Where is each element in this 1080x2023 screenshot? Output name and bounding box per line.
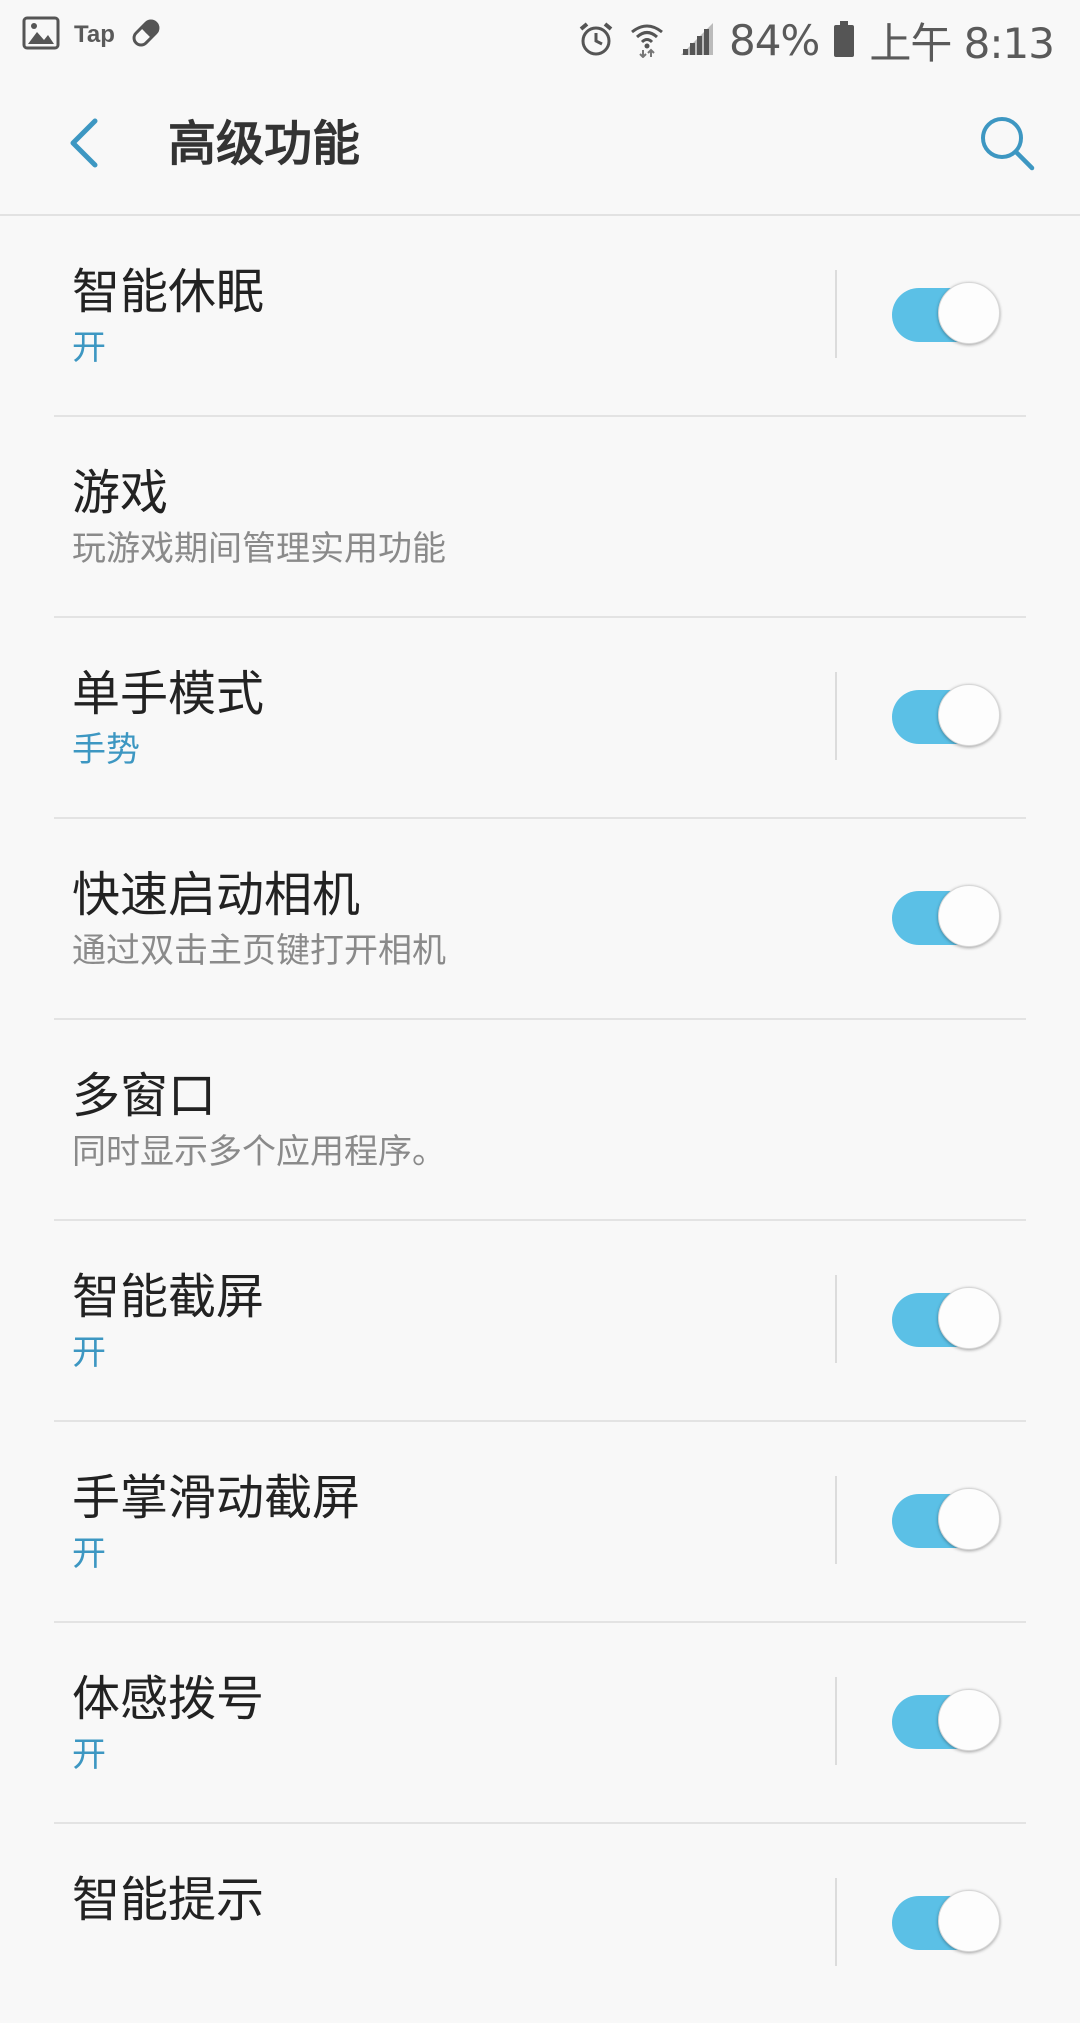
toggle-switch[interactable] [888,885,1002,951]
settings-list: 智能休眠 开 游戏 玩游戏期间管理实用功能 单手模式 手势 快速启动相机 通过双… [0,216,1080,2023]
setting-smart-alert[interactable]: 智能提示 [54,1824,1026,2023]
toggle-knob [938,1689,1000,1751]
back-button[interactable] [54,110,114,180]
toggle-switch[interactable] [888,684,1002,750]
setting-palm-swipe-capture[interactable]: 手掌滑动截屏 开 [54,1422,1026,1623]
toggle-switch[interactable] [888,1890,1002,1956]
setting-title: 体感拨号 [72,1671,265,1727]
toggle-switch[interactable] [888,1689,1002,1755]
setting-title: 单手模式 [72,666,265,722]
setting-smart-capture[interactable]: 智能截屏 开 [54,1221,1026,1422]
image-icon [22,16,60,54]
setting-title: 游戏 [72,465,169,521]
pill-icon [129,16,163,54]
setting-title: 智能提示 [72,1872,265,1928]
battery-icon [833,20,855,62]
toggle-knob [938,1488,1000,1550]
setting-smart-sleep[interactable]: 智能休眠 开 [54,216,1026,417]
divider [835,1275,837,1363]
app-bar: 高级功能 [0,76,1080,216]
toggle-knob [938,885,1000,947]
status-bar-system: 84% 上午 8:13 [577,10,1055,71]
setting-title: 快速启动相机 [72,867,361,923]
notification-app-label: Tap [74,21,115,48]
setting-title: 多窗口 [72,1068,217,1124]
setting-subtitle: 开 [72,328,106,368]
status-bar: Tap 84% 上午 8:13 [0,0,1080,76]
divider [835,1476,837,1564]
search-button[interactable] [972,110,1042,180]
divider [835,1677,837,1765]
wifi-icon [629,20,665,62]
setting-subtitle: 手势 [72,730,140,770]
search-icon [977,113,1037,177]
toggle-knob [938,684,1000,746]
divider [835,672,837,760]
toggle-knob [938,1287,1000,1349]
signal-icon [679,21,715,61]
toggle-switch[interactable] [888,1287,1002,1353]
setting-game[interactable]: 游戏 玩游戏期间管理实用功能 [54,417,1026,618]
toggle-knob [938,1890,1000,1952]
setting-subtitle: 通过双击主页键打开相机 [72,931,446,971]
setting-subtitle: 同时显示多个应用程序。 [72,1132,446,1172]
setting-title: 智能休眠 [72,264,265,320]
setting-title: 智能截屏 [72,1269,265,1325]
setting-subtitle: 玩游戏期间管理实用功能 [72,529,446,569]
setting-title: 手掌滑动截屏 [72,1470,361,1526]
setting-direct-call[interactable]: 体感拨号 开 [54,1623,1026,1824]
alarm-icon [577,20,615,62]
setting-subtitle: 开 [72,1735,106,1775]
toggle-switch[interactable] [888,1488,1002,1554]
clock: 上午 8:13 [869,19,1055,68]
battery-percent: 84% [728,16,820,65]
setting-one-handed-mode[interactable]: 单手模式 手势 [54,618,1026,819]
chevron-left-icon [67,117,101,173]
setting-subtitle: 开 [72,1534,106,1574]
setting-subtitle: 开 [72,1333,106,1373]
toggle-knob [938,282,1000,344]
divider [835,270,837,358]
divider [835,1878,837,1966]
status-bar-notifications: Tap [22,16,163,54]
page-title: 高级功能 [168,116,361,172]
setting-quick-launch-camera[interactable]: 快速启动相机 通过双击主页键打开相机 [54,819,1026,1020]
setting-multi-window[interactable]: 多窗口 同时显示多个应用程序。 [54,1020,1026,1221]
toggle-switch[interactable] [888,282,1002,348]
